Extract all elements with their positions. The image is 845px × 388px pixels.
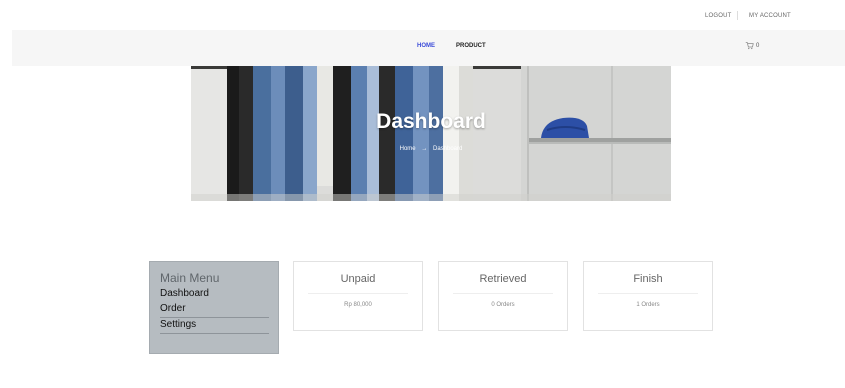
nav-product-link[interactable]: PRODUCT [456, 43, 486, 49]
top-bar-divider [737, 11, 738, 20]
card-divider [308, 293, 408, 294]
top-bar: LOGOUT MY ACCOUNT [0, 0, 845, 30]
cart-button[interactable]: 0 [745, 41, 759, 50]
sidebar-item-order[interactable]: Order [160, 302, 269, 318]
sidebar-item-settings[interactable]: Settings [160, 318, 269, 334]
sidebar-title: Main Menu [160, 271, 220, 285]
finish-card: Finish 1 Orders [583, 261, 713, 331]
sidebar-item-dashboard[interactable]: Dashboard [160, 287, 269, 302]
main-nav: HOME PRODUCT 0 [12, 30, 845, 66]
logout-link[interactable]: LOGOUT [705, 13, 732, 19]
cart-count: 0 [756, 42, 760, 49]
card-divider [598, 293, 698, 294]
sidebar-menu: Main Menu Dashboard Order Settings [149, 261, 279, 354]
breadcrumb: Home → Dashboard [191, 146, 671, 152]
hero-banner: Dashboard Home → Dashboard [191, 66, 671, 201]
cart-icon [745, 42, 754, 50]
card-title: Unpaid [340, 273, 376, 285]
unpaid-card: Unpaid Rp 80,000 [293, 261, 423, 331]
card-divider [453, 293, 553, 294]
card-value: 1 Orders [636, 302, 660, 308]
retrieved-card: Retrieved 0 Orders [438, 261, 568, 331]
breadcrumb-home-link[interactable]: Home [400, 146, 416, 152]
nav-home-link[interactable]: HOME [417, 43, 435, 49]
page: LOGOUT MY ACCOUNT HOME PRODUCT 0 Dashboa… [0, 0, 845, 388]
breadcrumb-arrow-icon: → [421, 146, 428, 152]
card-title: Retrieved [479, 273, 527, 285]
card-title: Finish [633, 273, 663, 285]
my-account-link[interactable]: MY ACCOUNT [749, 13, 791, 19]
card-value: 0 Orders [491, 302, 515, 308]
card-value: Rp 80,000 [344, 302, 372, 308]
breadcrumb-current: Dashboard [433, 146, 463, 152]
page-title: Dashboard [376, 110, 486, 133]
